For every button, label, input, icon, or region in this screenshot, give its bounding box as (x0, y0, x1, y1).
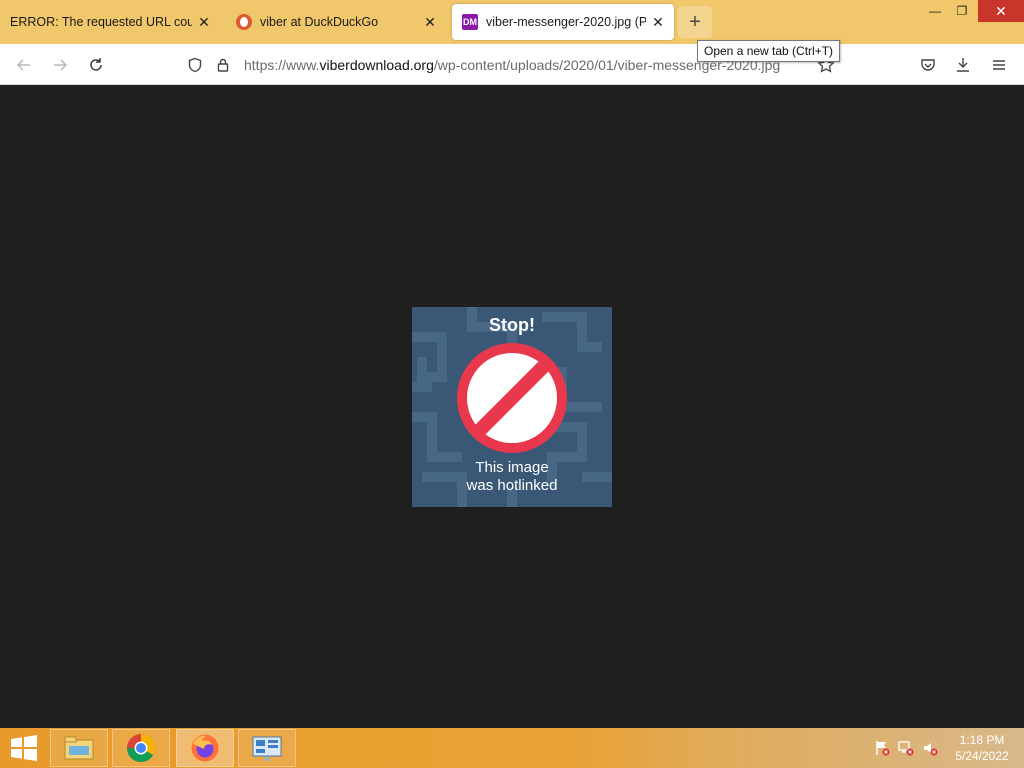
windows-start-icon[interactable] (8, 734, 40, 762)
taskbar-chrome[interactable] (112, 729, 170, 767)
close-tab-icon[interactable]: ✕ (196, 14, 212, 30)
reload-button[interactable] (83, 52, 109, 78)
duckduckgo-icon (236, 14, 252, 30)
tab-title: viber at DuckDuckGo (260, 15, 379, 29)
taskbar: 1:18 PM 5/24/2022 (0, 728, 1024, 768)
dm-icon: DM (462, 14, 478, 30)
tab-duckduckgo[interactable]: viber at DuckDuckGo ✕ (226, 0, 446, 44)
network-icon[interactable] (898, 740, 914, 756)
hamburger-menu-icon (993, 60, 1005, 70)
tab-strip: ERROR: The requested URL could not ✕ vib… (0, 0, 1024, 44)
menu-button[interactable] (986, 52, 1012, 78)
forward-arrow-icon (54, 59, 68, 71)
tab-viber-image[interactable]: DM viber-messenger-2020.jpg (PNG ✕ (452, 4, 674, 40)
taskbar-file-explorer[interactable] (50, 729, 108, 767)
clock-date: 5/24/2022 (955, 749, 1009, 763)
pocket-icon (921, 59, 935, 71)
file-explorer-icon (64, 736, 94, 760)
chrome-icon (126, 734, 155, 762)
downloads-button[interactable] (950, 52, 976, 78)
page-content: Stop! This image was hotlinked (0, 85, 1024, 728)
pocket-button[interactable] (915, 52, 941, 78)
lock-icon[interactable] (212, 54, 234, 76)
hotlinked-image[interactable]: Stop! This image was hotlinked (412, 307, 612, 507)
download-icon (957, 58, 969, 72)
tab-title: ERROR: The requested URL could not (10, 15, 192, 29)
reload-icon (90, 58, 102, 71)
action-center-flag-icon[interactable] (874, 740, 890, 756)
new-tab-tooltip: Open a new tab (Ctrl+T) (697, 40, 841, 62)
hotlinked-message: This image was hotlinked (466, 459, 558, 494)
tracking-protection-shield-icon[interactable] (184, 54, 206, 76)
navigation-bar: https://www.viberdownload.org/wp-content… (0, 44, 1024, 85)
back-arrow-icon (16, 59, 30, 71)
firefox-icon (191, 734, 219, 762)
taskbar-control-panel[interactable] (238, 729, 296, 767)
forward-button[interactable] (47, 52, 73, 78)
taskbar-firefox[interactable] (176, 729, 234, 767)
minimize-button[interactable]: — (920, 0, 950, 22)
volume-muted-icon[interactable] (922, 740, 938, 756)
system-clock[interactable]: 1:18 PM 5/24/2022 (946, 732, 1018, 764)
close-tab-icon[interactable]: ✕ (650, 14, 666, 30)
tab-error[interactable]: ERROR: The requested URL could not ✕ (0, 0, 220, 44)
maximize-button[interactable]: ❐ (947, 0, 977, 22)
close-tab-icon[interactable]: ✕ (422, 14, 438, 30)
new-tab-button[interactable]: + (678, 6, 712, 38)
control-panel-icon (252, 736, 282, 762)
tab-title: viber-messenger-2020.jpg (PNG (486, 15, 646, 29)
back-button[interactable] (11, 52, 37, 78)
clock-time: 1:18 PM (959, 733, 1005, 747)
stop-heading: Stop! (489, 315, 535, 335)
close-window-button[interactable]: ✕ (978, 0, 1024, 22)
prohibited-sign-icon (457, 343, 567, 453)
